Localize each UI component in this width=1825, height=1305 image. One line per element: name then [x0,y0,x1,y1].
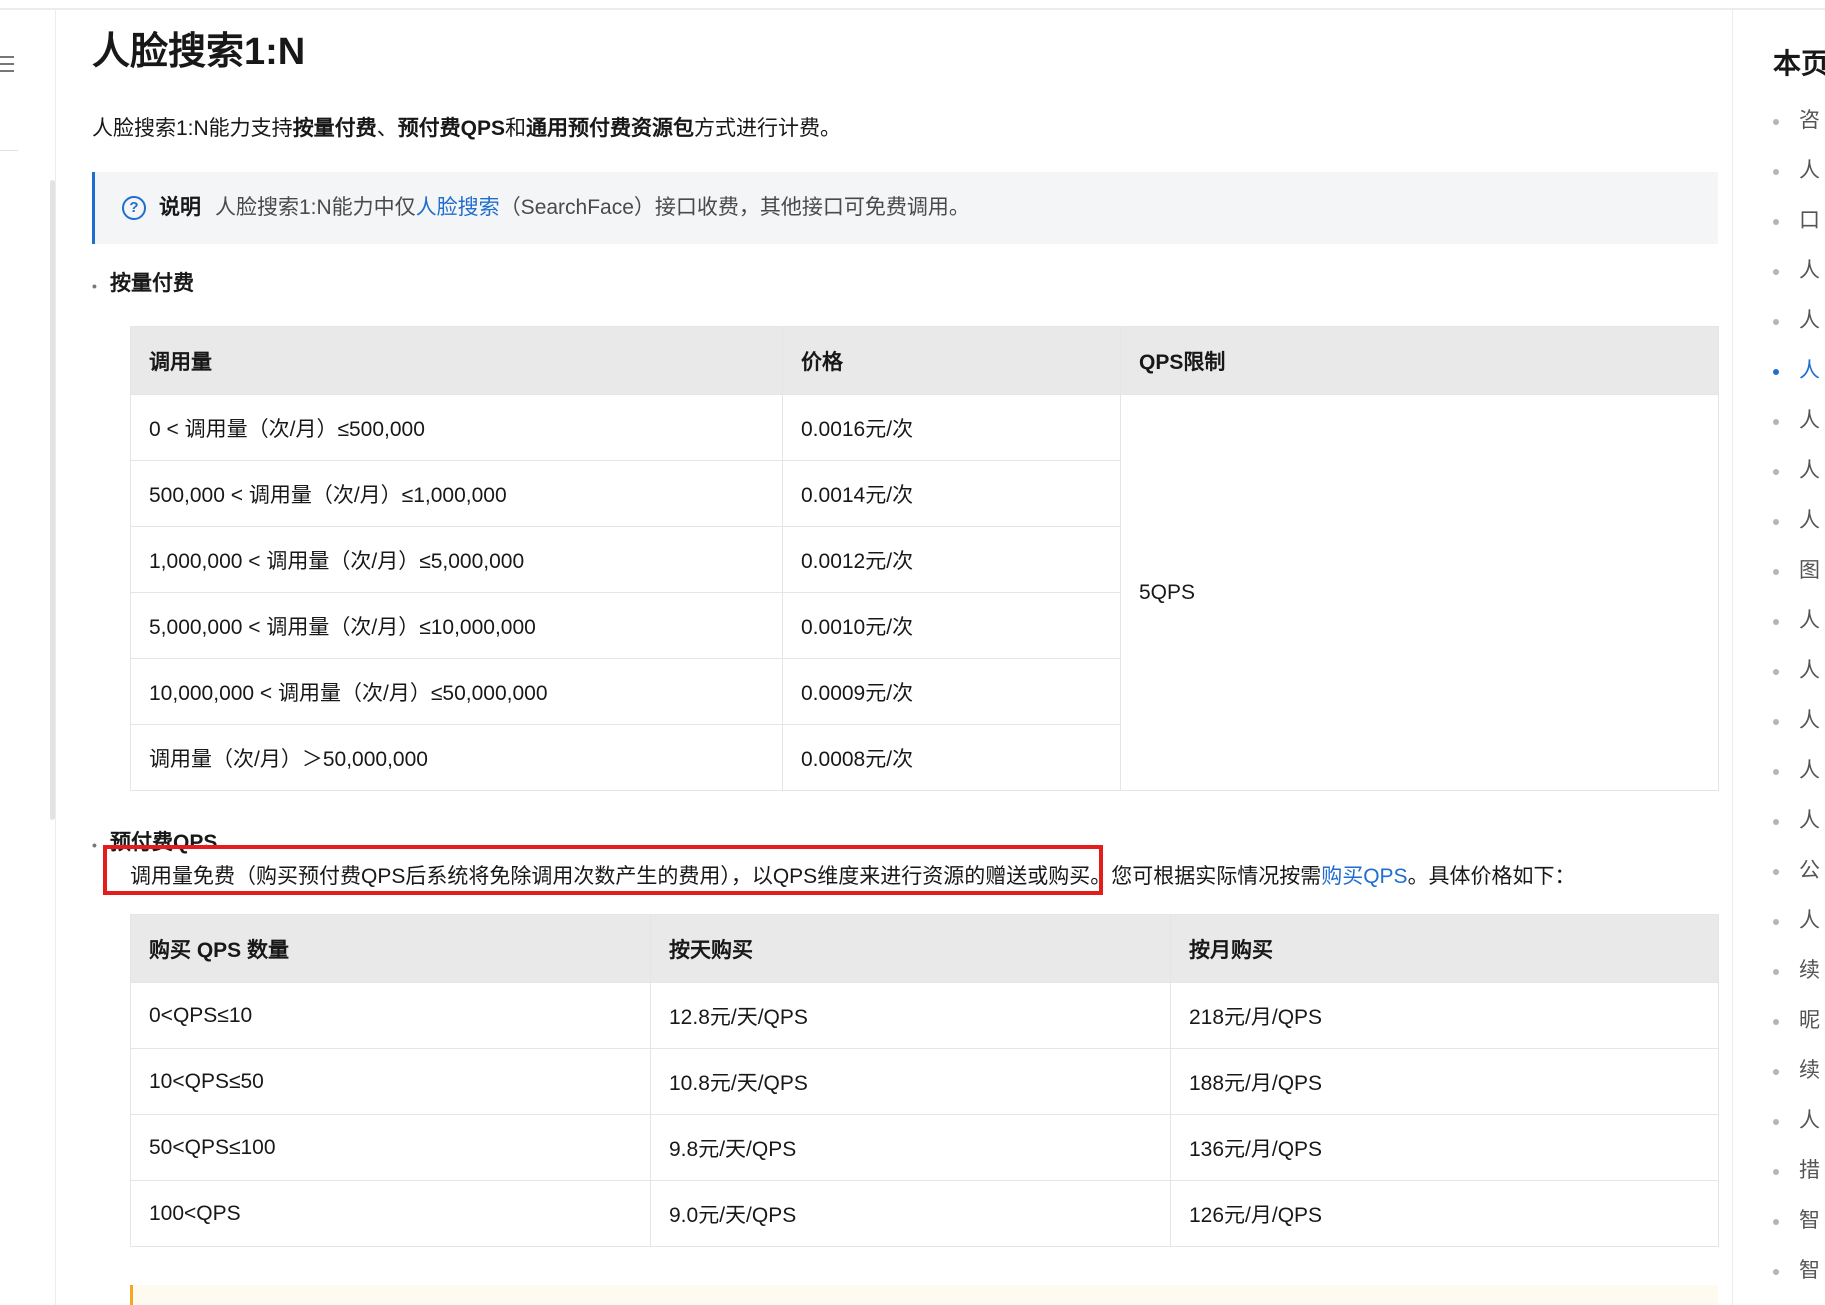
usage-range-cell: 1,000,000 < 调用量（次/月）≤5,000,000 [130,526,783,593]
usage-range-cell: 10,000,000 < 调用量（次/月）≤50,000,000 [130,658,783,725]
usage-range-cell: 500,000 < 调用量（次/月）≤1,000,000 [130,460,783,527]
monthly-price-cell: 126元/月/QPS [1170,1180,1719,1247]
column-header: 购买 QPS 数量 [130,914,651,983]
column-header: 按天购买 [650,914,1171,983]
main-content: 人脸搜索1:N 人脸搜索1:N能力支持按量付费、预付费QPS和通用预付费资源包方… [92,10,1719,1305]
toc-item[interactable]: 措 [1773,1156,1825,1206]
qps-limit-cell: 5QPS [1120,394,1719,791]
table-header-row: 购买 QPS 数量 按天购买 按月购买 [130,914,1719,983]
buy-qps-link[interactable]: 购买QPS [1321,865,1407,888]
qps-quantity-cell: 10<QPS≤50 [130,1048,651,1115]
page-title: 人脸搜索1:N [92,31,306,73]
toc-item[interactable]: 人 [1773,356,1825,406]
toc-title: 本页 [1773,48,1825,79]
intro-text: 和 [505,117,527,140]
toc-item[interactable]: 昵 [1773,1006,1825,1056]
note-text-before: 人脸搜索1:N能力中仅 [215,196,416,219]
table-of-contents: 本页 咨人口人人人人人人图人人人人人公人续昵续人措智智 [1732,10,1825,1305]
column-header: QPS限制 [1120,326,1719,395]
toc-item[interactable]: 人 [1773,506,1825,556]
toc-item[interactable]: 人 [1773,906,1825,956]
description-text: 您可根据实际情况按需 [1111,865,1322,888]
toc-item[interactable]: 人 [1773,306,1825,356]
qps-quantity-cell: 100<QPS [130,1180,651,1247]
note-title: 说明 [159,196,201,219]
note-callout: ? 说明 人脸搜索1:N能力中仅人脸搜索（SearchFace）接口收费，其他接口… [92,172,1718,244]
toc-item[interactable]: 续 [1773,956,1825,1006]
column-header: 调用量 [130,326,783,395]
intro-paragraph: 人脸搜索1:N能力支持按量付费、预付费QPS和通用预付费资源包方式进行计费。 [92,114,841,144]
sidebar-scrollbar[interactable] [50,180,55,820]
prepaid-qps-table: 购买 QPS 数量 按天购买 按月购买 0<QPS≤10 12.8元/天/QPS… [130,914,1719,1247]
monthly-price-cell: 188元/月/QPS [1170,1048,1719,1115]
toc-item[interactable]: 智 [1773,1256,1825,1305]
price-cell: 0.0012元/次 [782,526,1121,593]
menu-icon[interactable] [0,54,16,74]
column-header: 按月购买 [1170,914,1719,983]
toc-item[interactable]: 人 [1773,406,1825,456]
price-cell: 0.0009元/次 [782,658,1121,725]
table-row: 50<QPS≤100 9.8元/天/QPS 136元/月/QPS [130,1114,1719,1181]
usage-range-cell: 5,000,000 < 调用量（次/月）≤10,000,000 [130,592,783,659]
searchface-link[interactable]: 人脸搜索 [416,196,500,219]
toc-item[interactable]: 人 [1773,756,1825,806]
left-sidebar [0,10,56,1305]
help-circle-icon: ? [122,196,146,220]
daily-price-cell: 12.8元/天/QPS [650,982,1171,1049]
column-header: 价格 [782,326,1121,395]
toc-item[interactable]: 智 [1773,1206,1825,1256]
table-row: 0<QPS≤10 12.8元/天/QPS 218元/月/QPS [130,982,1719,1049]
intro-text: 方式进行计费。 [694,117,842,140]
toc-item[interactable]: 人 [1773,256,1825,306]
intro-bold-prepaid-qps: 预付费QPS [397,117,506,140]
toc-item[interactable]: 公 [1773,856,1825,906]
usage-range-cell: 调用量（次/月）＞50,000,000 [130,724,783,791]
daily-price-cell: 10.8元/天/QPS [650,1048,1171,1115]
monthly-price-cell: 136元/月/QPS [1170,1114,1719,1181]
price-cell: 0.0010元/次 [782,592,1121,659]
toc-item[interactable]: 图 [1773,556,1825,606]
toc-item[interactable]: 人 [1773,606,1825,656]
toc-item[interactable]: 咨 [1773,106,1825,156]
description-text: 。具体价格如下： [1407,865,1576,888]
table-row: 0 < 调用量（次/月）≤500,000 0.0016元/次 5QPS [130,394,1719,791]
red-annotation-box [103,845,1103,895]
price-cell: 0.0014元/次 [782,460,1121,527]
sidebar-divider [0,150,18,151]
payg-pricing-table: 调用量 价格 QPS限制 0 < 调用量（次/月）≤500,000 0.0016… [130,326,1719,791]
price-cell: 0.0008元/次 [782,724,1121,791]
intro-bold-payg: 按量付费 [292,117,377,140]
toc-item[interactable]: 人 [1773,706,1825,756]
tip-callout [130,1285,1718,1305]
price-cell: 0.0016元/次 [782,394,1121,461]
note-text: 说明 人脸搜索1:N能力中仅人脸搜索（SearchFace）接口收费，其他接口可免… [159,193,970,223]
daily-price-cell: 9.0元/天/QPS [650,1180,1171,1247]
toc-item[interactable]: 人 [1773,456,1825,506]
qps-quantity-cell: 0<QPS≤10 [130,982,651,1049]
toc-item[interactable]: 续 [1773,1056,1825,1106]
monthly-price-cell: 218元/月/QPS [1170,982,1719,1049]
table-row: 100<QPS 9.0元/天/QPS 126元/月/QPS [130,1180,1719,1247]
intro-bold-resource-pack: 通用预付费资源包 [526,117,695,140]
daily-price-cell: 9.8元/天/QPS [650,1114,1171,1181]
qps-quantity-cell: 50<QPS≤100 [130,1114,651,1181]
intro-text: 人脸搜索1:N能力支持 [92,117,293,140]
usage-range-cell: 0 < 调用量（次/月）≤500,000 [130,394,783,461]
toc-list: 咨人口人人人人人人图人人人人人公人续昵续人措智智 [1773,106,1825,1305]
payg-heading: 按量付费 [92,269,194,301]
table-row: 10<QPS≤50 10.8元/天/QPS 188元/月/QPS [130,1048,1719,1115]
toc-item[interactable]: 人 [1773,656,1825,706]
toc-item[interactable]: 人 [1773,156,1825,206]
toc-item[interactable]: 人 [1773,1106,1825,1156]
toc-item[interactable]: 口 [1773,206,1825,256]
toc-item[interactable]: 人 [1773,806,1825,856]
table-header-row: 调用量 价格 QPS限制 [130,326,1719,395]
note-text-after: （SearchFace）接口收费，其他接口可免费调用。 [499,196,970,219]
intro-text: 、 [376,117,398,140]
